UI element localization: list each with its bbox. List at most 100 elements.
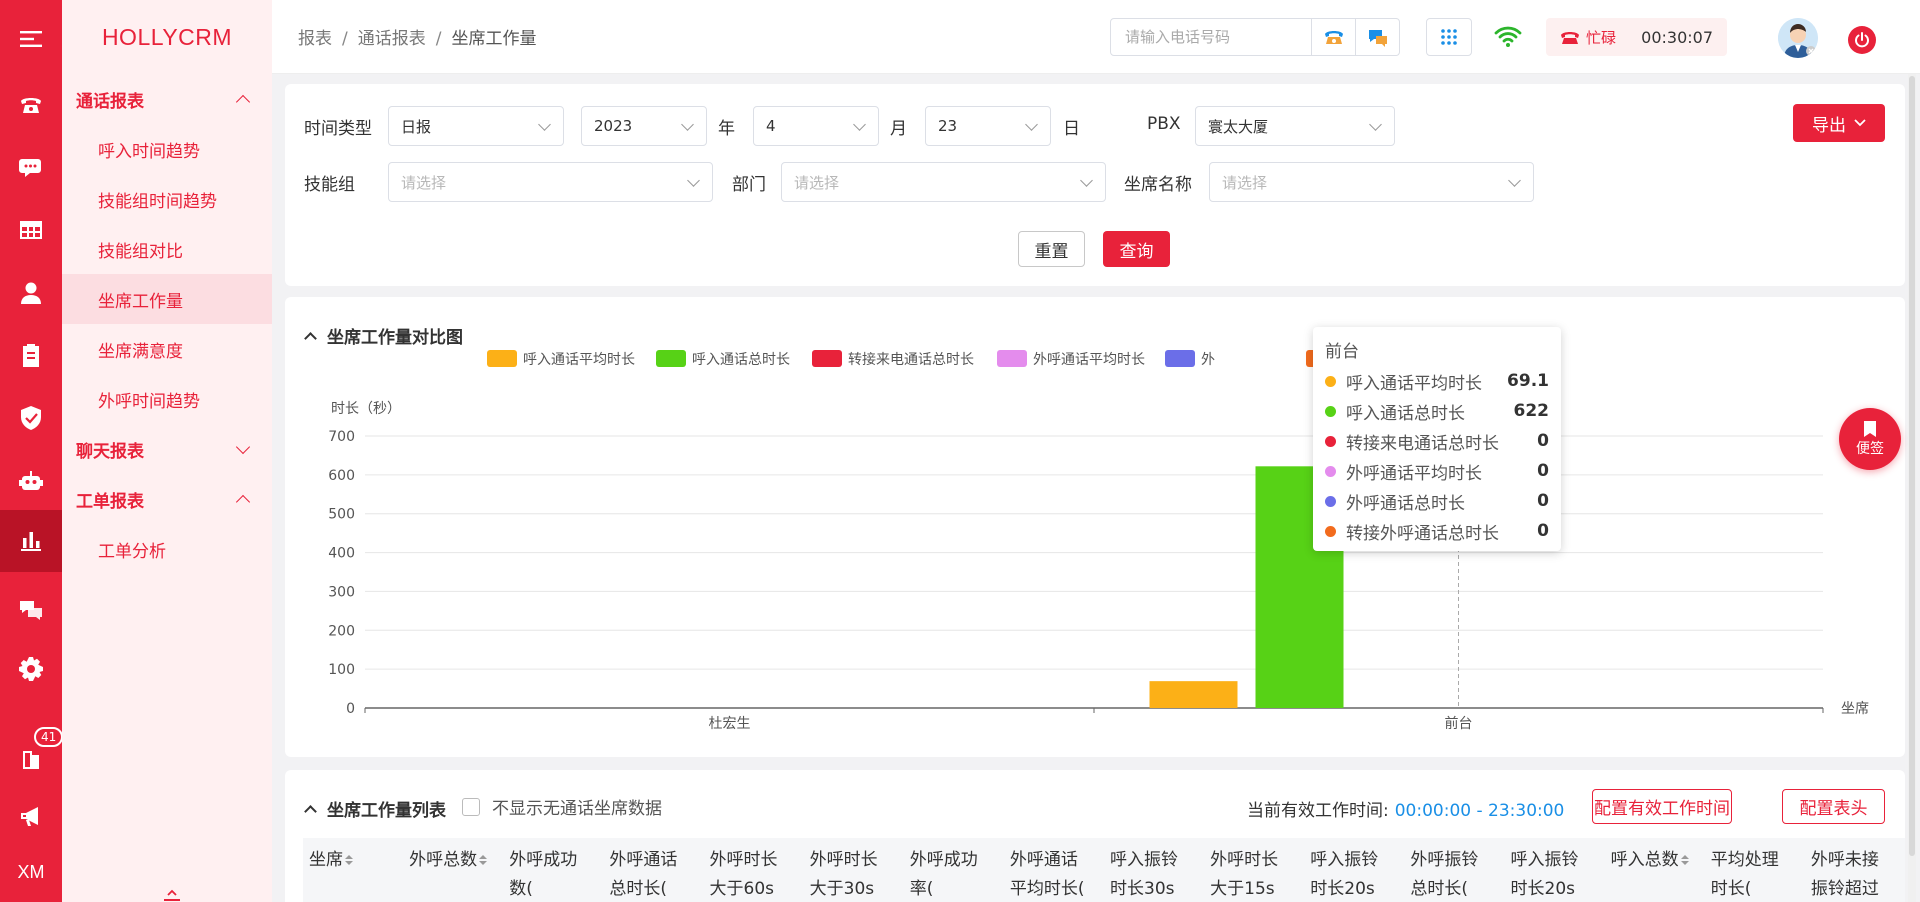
- menu-icon[interactable]: [0, 14, 62, 64]
- config-worktime-button[interactable]: 配置有效工作时间: [1592, 789, 1732, 824]
- avatar[interactable]: [1778, 18, 1818, 58]
- series-dot: [1325, 465, 1336, 477]
- day-select[interactable]: 23: [925, 106, 1051, 146]
- chevron-down-icon: [1508, 174, 1521, 187]
- phone-input[interactable]: [1111, 19, 1311, 55]
- pbx-select[interactable]: 寰太大厦: [1195, 106, 1395, 146]
- column-header-text: 时长30s: [1110, 879, 1175, 899]
- series-dot: [1325, 405, 1336, 417]
- column-header-text: 外呼时长: [809, 850, 878, 870]
- column-header-text: 时长(: [1710, 879, 1752, 899]
- tooltip-row-value: 0: [1537, 521, 1549, 541]
- column-header[interactable]: 呼入总数: [1605, 838, 1705, 902]
- month-select[interactable]: 4: [753, 106, 879, 146]
- breadcrumb-item[interactable]: 通话报表: [358, 29, 426, 49]
- status-phone-icon: [1561, 32, 1579, 44]
- account-initials[interactable]: XM: [0, 847, 62, 897]
- nav-item-inbound-trend[interactable]: 呼入时间趋势: [62, 124, 272, 174]
- document-icon[interactable]: 41: [0, 727, 64, 784]
- skill-group-select[interactable]: 请选择: [388, 162, 713, 202]
- apps-grid-button[interactable]: [1426, 18, 1472, 56]
- department-select[interactable]: 请选择: [781, 162, 1106, 202]
- worktime-label: 当前有效工作时间:: [1247, 801, 1389, 821]
- phone-icon[interactable]: [0, 80, 62, 130]
- clipboard-icon[interactable]: [0, 330, 62, 380]
- breadcrumb-current: 坐席工作量: [451, 29, 537, 49]
- column-header: 外呼成功 数(: [503, 838, 603, 902]
- year-select[interactable]: 2023: [581, 106, 707, 146]
- year-label: 年: [718, 119, 735, 139]
- config-header-button[interactable]: 配置表头: [1782, 789, 1885, 824]
- y-axis-label: 时长（秒）: [331, 401, 401, 417]
- chat-icon[interactable]: [0, 142, 62, 192]
- agent-status[interactable]: 忙碌 00:30:07: [1546, 18, 1727, 56]
- query-button[interactable]: 查询: [1103, 231, 1170, 267]
- agent-name-select[interactable]: 请选择: [1209, 162, 1534, 202]
- notification-badge: 41: [34, 727, 64, 747]
- worktime-display: 当前有效工作时间: 00:00:00 - 23:30:00: [1247, 796, 1564, 821]
- nav-group-chat-reports[interactable]: 聊天报表: [62, 424, 272, 474]
- collapse-icon[interactable]: [162, 888, 182, 902]
- nav-item-agent-satisfaction[interactable]: 坐席满意度: [62, 324, 272, 374]
- column-header[interactable]: 外呼总数: [403, 838, 503, 902]
- nav-item-skill-compare[interactable]: 技能组对比: [62, 224, 272, 274]
- power-icon: [1855, 32, 1869, 48]
- chart-icon[interactable]: [0, 510, 62, 572]
- nav-item-skill-trend[interactable]: 技能组时间趋势: [62, 174, 272, 224]
- tooltip-row-label: 转接外呼通话总时长: [1346, 523, 1499, 544]
- column-header-text: 外呼未接: [1810, 850, 1879, 870]
- sidebar-nav: HOLLYCRM 通话报表 呼入时间趋势 技能组时间趋势 技能组对比 坐席工作量…: [62, 0, 272, 902]
- shield-icon[interactable]: [0, 393, 62, 443]
- table-icon[interactable]: [0, 205, 62, 255]
- legend-label: 外呼通话平均时长: [1033, 352, 1145, 368]
- sort-icon[interactable]: [345, 855, 353, 865]
- message-icon[interactable]: [0, 584, 62, 634]
- megaphone-icon[interactable]: [0, 791, 62, 841]
- nav-item-outbound-trend[interactable]: 外呼时间趋势: [62, 374, 272, 424]
- nav-group-ticket-reports[interactable]: 工单报表: [62, 474, 272, 524]
- chevron-up-icon: [235, 494, 251, 510]
- chart-section-header[interactable]: 坐席工作量对比图: [302, 323, 463, 348]
- logout-button[interactable]: [1848, 26, 1876, 54]
- legend-label: 转接来电通话总时长: [848, 351, 974, 368]
- hide-empty-agents-checkbox[interactable]: 不显示无通话坐席数据: [462, 794, 662, 819]
- breadcrumb-item[interactable]: 报表: [298, 29, 332, 49]
- nav-item-agent-workload[interactable]: 坐席工作量: [62, 274, 272, 324]
- sms-button[interactable]: [1355, 19, 1399, 55]
- chevron-down-icon: [687, 174, 700, 187]
- scrollbar-thumb[interactable]: [1909, 76, 1915, 856]
- user-icon[interactable]: [0, 268, 62, 318]
- column-header-text: 平均时长(: [1009, 879, 1085, 899]
- sort-icon[interactable]: [1680, 855, 1689, 865]
- tooltip-row: 外呼通话总时长 0: [1325, 486, 1549, 516]
- legend-label: 外: [1201, 352, 1215, 368]
- legend-swatch: [487, 350, 517, 367]
- column-header-text: 外呼通话: [609, 850, 678, 870]
- export-button[interactable]: 导出: [1793, 104, 1885, 142]
- nav-group-call-reports[interactable]: 通话报表: [62, 74, 272, 124]
- column-header-text: 呼入振铃: [1310, 850, 1379, 870]
- column-header[interactable]: 坐席: [303, 838, 403, 902]
- series-dot: [1325, 435, 1336, 447]
- time-type-select[interactable]: 日报: [388, 106, 564, 146]
- reset-button[interactable]: 重置: [1018, 231, 1085, 267]
- column-header: 外呼通话 平均时长(: [1004, 838, 1104, 902]
- sticky-note-button[interactable]: 便签: [1839, 408, 1901, 470]
- status-label: 忙碌: [1586, 28, 1617, 47]
- y-tick-label: 200: [328, 623, 355, 639]
- column-header-text: 呼入振铃: [1510, 850, 1579, 870]
- chevron-down-icon: [538, 118, 551, 131]
- tooltip-row-value: 0: [1537, 461, 1549, 481]
- table-section-header[interactable]: 坐席工作量列表: [302, 796, 446, 821]
- column-header: 呼入振铃时长30s及以内接: [1104, 838, 1204, 902]
- robot-icon[interactable]: [0, 456, 62, 506]
- tooltip-row: 转接来电通话总时长 0: [1325, 426, 1549, 456]
- column-header: 呼入振铃时长20s及以内接: [1304, 838, 1404, 902]
- checkbox[interactable]: [462, 797, 480, 816]
- nav-item-ticket-analysis[interactable]: 工单分析: [62, 524, 272, 574]
- sort-icon[interactable]: [479, 855, 488, 865]
- gear-icon[interactable]: [0, 644, 62, 694]
- dial-button[interactable]: [1311, 19, 1355, 55]
- column-header-text: 大于15s: [1210, 879, 1275, 899]
- column-header-text: 时长20s: [1510, 879, 1576, 899]
